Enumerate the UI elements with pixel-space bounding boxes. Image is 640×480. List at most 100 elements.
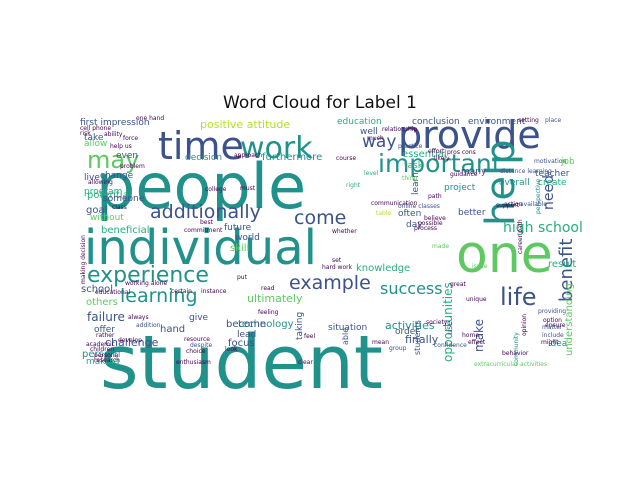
word-come: come: [294, 207, 346, 229]
word-put: put: [237, 274, 248, 281]
word-effect: effect: [468, 339, 486, 346]
word-develop: develop: [118, 337, 142, 344]
word-class: class: [112, 204, 127, 211]
word-set: set: [332, 257, 342, 264]
word-skill: skill: [230, 243, 249, 254]
word-always: always: [128, 314, 149, 321]
word-approach: approach: [234, 152, 262, 159]
word-high-school: high school: [503, 220, 583, 236]
word-made: made: [432, 243, 449, 250]
word-even: even: [116, 151, 138, 161]
word-mean: mean: [372, 339, 389, 346]
word-success: success: [380, 279, 443, 298]
word-life: life: [500, 283, 537, 311]
word-without: without: [90, 213, 124, 223]
word-one-hand: one hand: [136, 115, 164, 122]
word-must: must: [240, 185, 256, 192]
word-action: action: [504, 201, 523, 208]
word-become: become: [226, 319, 266, 330]
word-level: level: [364, 170, 379, 177]
word-project: project: [444, 183, 476, 193]
word-students: students: [413, 320, 422, 355]
word-rather: rather: [96, 332, 115, 339]
word-college: college: [205, 186, 227, 193]
word-process: process: [414, 225, 437, 232]
word-relationship: relationship: [382, 126, 417, 133]
word-hard-work: hard work: [322, 264, 353, 271]
word-others: others: [86, 297, 118, 308]
word-cloud: studentpeopleindividual oneprovidehelptim…: [80, 113, 583, 406]
word-effort: effort: [428, 148, 445, 155]
word-force: force: [123, 135, 138, 142]
word-overall: overall: [499, 178, 530, 188]
word-career-path: career path: [517, 219, 524, 254]
word-lead: lead: [237, 330, 256, 340]
word-hand: hand: [160, 324, 185, 335]
word-addition: addition: [136, 322, 161, 329]
word-instance: instance: [201, 288, 227, 295]
word-table: table: [376, 210, 392, 217]
word-someone: someone: [103, 194, 145, 204]
word-enthusiasm: enthusiasm: [176, 359, 211, 366]
word-choice: choice: [186, 348, 206, 355]
word-future: future: [224, 223, 252, 233]
word-extracurricular-activities: extracurricular activities: [474, 361, 547, 368]
word-allowing: allowing: [88, 179, 113, 186]
word-world: world: [235, 233, 260, 243]
word-matter: matter: [542, 324, 563, 331]
word-opinion: opinion: [521, 314, 528, 336]
word-right: right: [346, 182, 361, 189]
word-education: education: [337, 117, 382, 127]
word-feeling: feeling: [258, 309, 279, 316]
word-risk: risk: [80, 130, 91, 137]
word-decision: decision: [185, 153, 222, 163]
word-available: available: [520, 201, 547, 208]
word-failure: failure: [87, 310, 125, 324]
word-much: much: [367, 135, 384, 142]
word-include: include: [542, 332, 564, 339]
word-distance-learning: distance learning: [500, 168, 552, 175]
word-providing: providing: [538, 308, 566, 315]
word-task: task: [404, 161, 424, 171]
word-despite: despite: [190, 342, 212, 349]
word-option: option: [543, 317, 562, 324]
word-give: give: [189, 313, 209, 323]
word-clear: clear: [298, 359, 313, 366]
word-society: society: [426, 319, 448, 326]
word-guidance: guidance: [450, 171, 478, 178]
word-great: great: [450, 281, 467, 288]
word-read: read: [261, 285, 275, 292]
word-ultimately: ultimately: [247, 292, 303, 305]
word-setting: setting: [518, 117, 539, 124]
word-ability: ability: [104, 131, 123, 138]
word-look: look: [225, 346, 238, 353]
word-educational: educational: [95, 289, 130, 296]
word-course: course: [336, 155, 356, 162]
word-positive-attitude: positive attitude: [200, 118, 290, 131]
word-confidence: confidence: [434, 342, 467, 349]
word-group: group: [389, 345, 407, 352]
word-personal: personal: [94, 352, 120, 359]
word-making-decision: making decision: [80, 235, 87, 284]
word-practice: practice: [398, 143, 423, 150]
word-behavior: behavior: [502, 350, 529, 357]
word-problem: problem: [120, 163, 145, 170]
word-likely: likely: [434, 155, 450, 162]
word-create: create: [538, 178, 567, 188]
word-path: path: [428, 193, 442, 200]
word-able: able: [341, 328, 350, 345]
word-perspective: perspective: [535, 179, 542, 214]
word-home: home: [462, 332, 479, 339]
word-commitment: commitment: [184, 227, 223, 234]
word-motivation: motivation: [534, 158, 566, 165]
word-working-alone: working alone: [125, 280, 168, 287]
word-place: place: [545, 117, 561, 124]
word-whether: whether: [332, 228, 357, 235]
word-conclusion: conclusion: [412, 117, 460, 127]
word-certain: certain: [171, 288, 192, 295]
word-knowledge: knowledge: [356, 263, 410, 274]
word-beneficial: beneficial: [101, 225, 149, 236]
word-result: result: [548, 259, 576, 270]
word-pros-cons: pros cons: [447, 149, 476, 156]
word-communication: communication: [371, 200, 418, 207]
